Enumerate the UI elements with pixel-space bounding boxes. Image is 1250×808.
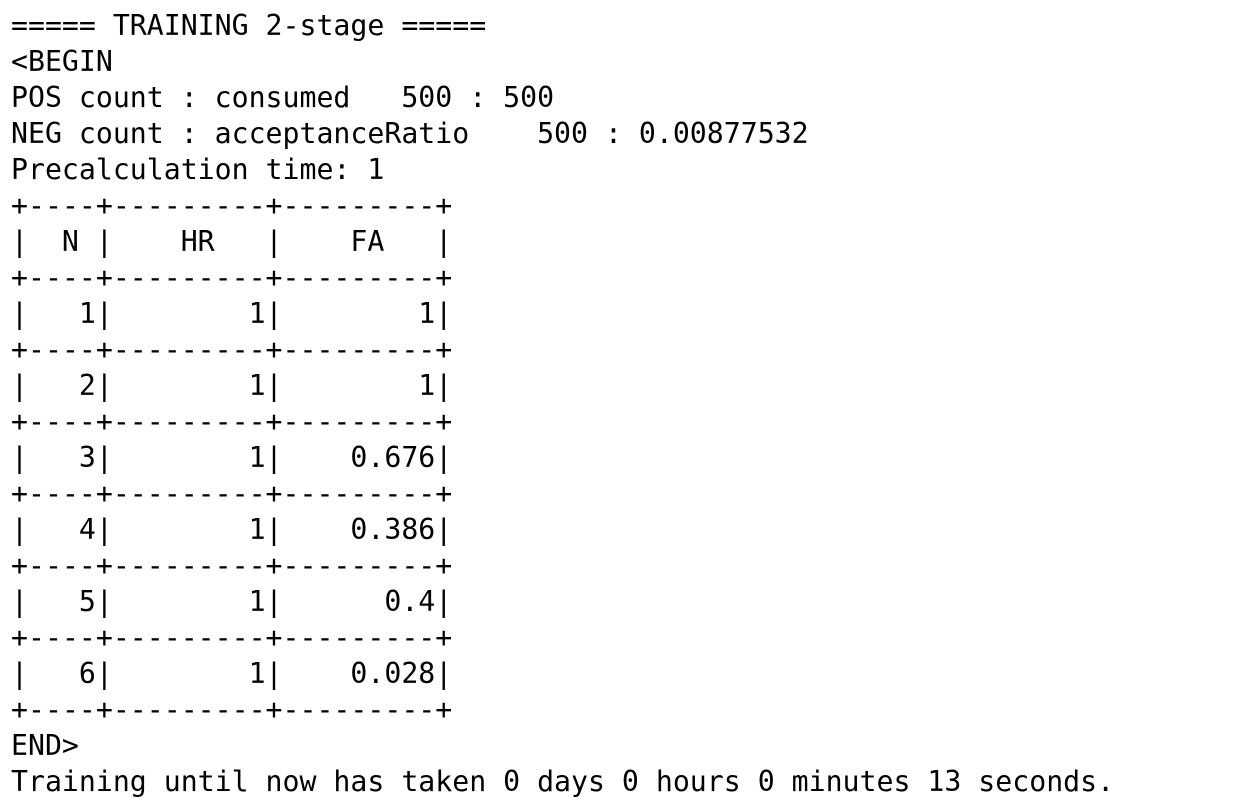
stage-header-line: ===== TRAINING 2-stage ===== bbox=[11, 9, 487, 42]
table-border-line: +----+---------+---------+ bbox=[11, 405, 453, 438]
table-border-line: +----+---------+---------+ bbox=[11, 477, 453, 510]
terminal-output[interactable]: ===== TRAINING 2-stage ===== <BEGIN POS … bbox=[0, 0, 1250, 808]
table-header-row: | N | HR | FA | bbox=[11, 225, 453, 258]
table-row: | 1| 1| 1| bbox=[11, 297, 453, 330]
table-row: | 2| 1| 1| bbox=[11, 369, 453, 402]
table-border-line: +----+---------+---------+ bbox=[11, 333, 453, 366]
training-duration-line: Training until now has taken 0 days 0 ho… bbox=[11, 765, 1115, 798]
end-marker-line: END> bbox=[11, 729, 79, 762]
pos-count-line: POS count : consumed 500 : 500 bbox=[11, 81, 555, 114]
table-row: | 4| 1| 0.386| bbox=[11, 513, 453, 546]
table-border-line: +----+---------+---------+ bbox=[11, 549, 453, 582]
table-border-line: +----+---------+---------+ bbox=[11, 189, 453, 222]
table-row: | 5| 1| 0.4| bbox=[11, 585, 453, 618]
precalculation-time-line: Precalculation time: 1 bbox=[11, 153, 385, 186]
table-row: | 3| 1| 0.676| bbox=[11, 441, 453, 474]
table-row: | 6| 1| 0.028| bbox=[11, 657, 453, 690]
table-border-line: +----+---------+---------+ bbox=[11, 261, 453, 294]
table-border-line: +----+---------+---------+ bbox=[11, 621, 453, 654]
begin-marker-line: <BEGIN bbox=[11, 45, 113, 78]
neg-count-line: NEG count : acceptanceRatio 500 : 0.0087… bbox=[11, 117, 809, 150]
table-border-line: +----+---------+---------+ bbox=[11, 693, 453, 726]
